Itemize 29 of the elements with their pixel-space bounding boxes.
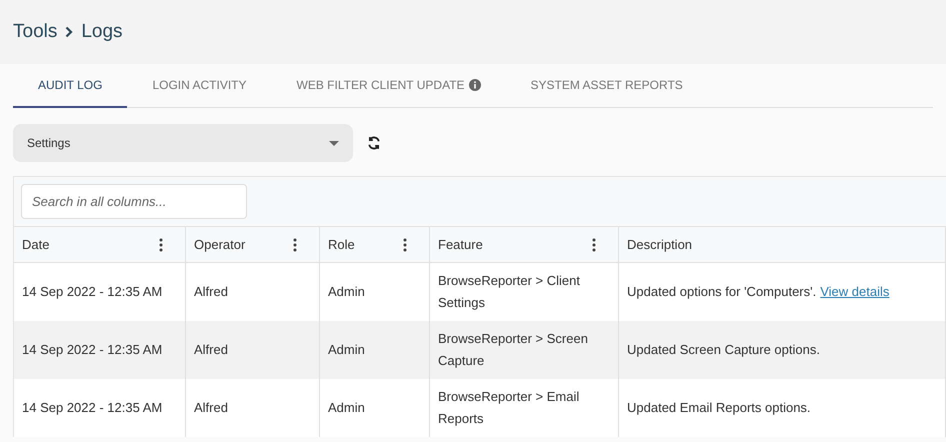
search-field[interactable]: Search in all columns... [21, 184, 247, 219]
tab[interactable]: WEB FILTER CLIENT UPDATE [272, 64, 506, 108]
column-header[interactable]: Date [14, 227, 186, 262]
table-cell: Admin [320, 379, 430, 437]
view-details-link[interactable]: View details [820, 281, 890, 303]
breadcrumb-item[interactable]: Tools [13, 18, 58, 46]
breadcrumb-item: Logs [81, 20, 123, 44]
column-header[interactable]: Operator [186, 227, 320, 262]
caret-down-icon [329, 140, 339, 146]
tab[interactable]: LOGIN ACTIVITY [127, 64, 272, 108]
tab[interactable]: SYSTEM ASSET REPORTS [506, 64, 708, 108]
info-icon [468, 79, 481, 91]
tab[interactable]: AUDIT LOG [13, 64, 128, 108]
column-header[interactable]: Feature [430, 227, 619, 262]
description-text: Updated Email Reports options. [627, 399, 811, 417]
description-text: Updated Screen Capture options. [627, 341, 820, 359]
column-header[interactable]: Description [619, 227, 946, 262]
description-text: Updated options for 'Computers'. [627, 283, 816, 301]
filter-dropdown[interactable]: Settings [13, 124, 353, 162]
column-header[interactable]: Role [320, 227, 430, 262]
more-icon[interactable] [592, 238, 596, 252]
more-icon[interactable] [159, 238, 163, 252]
table-cell: Alfred [186, 379, 320, 437]
table-cell: 14 Sep 2022 - 12:35 AM [14, 379, 186, 437]
refresh-icon[interactable] [367, 136, 381, 150]
chevron-right-icon [65, 26, 74, 38]
table-cell: BrowseReporter > Email Reports [430, 379, 619, 437]
more-icon[interactable] [293, 238, 297, 252]
more-icon[interactable] [403, 238, 407, 252]
